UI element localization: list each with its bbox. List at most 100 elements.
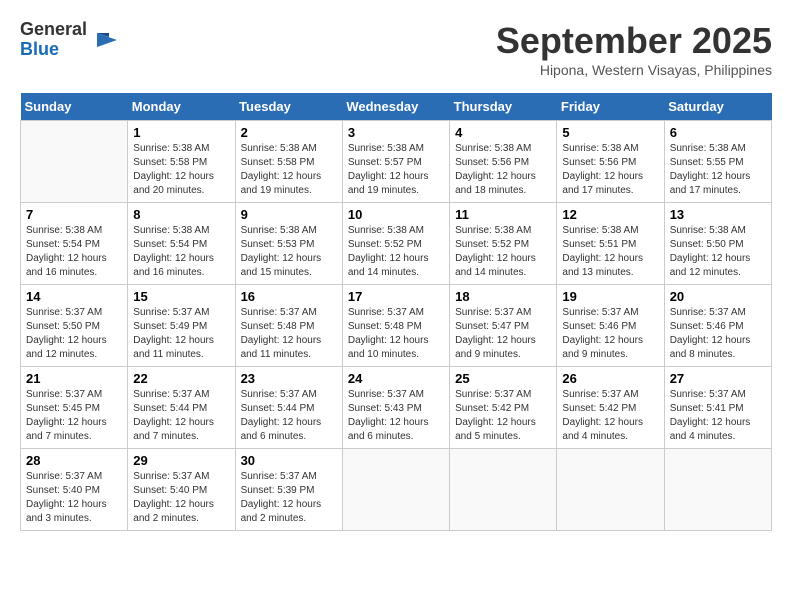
logo-icon bbox=[89, 25, 119, 55]
day-number: 5 bbox=[562, 125, 658, 140]
calendar-cell: 12Sunrise: 5:38 AM Sunset: 5:51 PM Dayli… bbox=[557, 203, 664, 285]
day-number: 18 bbox=[455, 289, 551, 304]
day-info: Sunrise: 5:37 AM Sunset: 5:41 PM Dayligh… bbox=[670, 388, 766, 444]
day-info: Sunrise: 5:37 AM Sunset: 5:39 PM Dayligh… bbox=[241, 470, 337, 526]
day-info: Sunrise: 5:37 AM Sunset: 5:46 PM Dayligh… bbox=[670, 306, 766, 362]
calendar-week-5: 28 Sunrise: 5:37 AM Sunset: 5:40 PM Dayli… bbox=[21, 449, 772, 531]
day-number: 3 bbox=[348, 125, 444, 140]
calendar-cell: 4 Sunrise: 5:38 AM Sunset: 5:56 PM Daylig… bbox=[450, 121, 557, 203]
calendar-week-4: 21 Sunrise: 5:37 AM Sunset: 5:45 PM Dayli… bbox=[21, 367, 772, 449]
day-info: Sunrise: 5:37 AM Sunset: 5:45 PM Dayligh… bbox=[26, 388, 122, 444]
day-number: 16 bbox=[241, 289, 337, 304]
day-info: Sunrise: 5:37 AM Sunset: 5:40 PM Dayligh… bbox=[26, 470, 122, 526]
logo: General Blue bbox=[20, 20, 119, 60]
day-number: 23 bbox=[241, 371, 337, 386]
day-info: Sunrise: 5:37 AM Sunset: 5:42 PM Dayligh… bbox=[562, 388, 658, 444]
page-header: General Blue September 2025 Hipona, West… bbox=[20, 20, 772, 78]
day-info: Sunrise: 5:38 AM Sunset: 5:52 PM Dayligh… bbox=[455, 224, 551, 280]
day-number: 29 bbox=[133, 453, 229, 468]
calendar-cell: 20 Sunrise: 5:37 AM Sunset: 5:46 PM Dayli… bbox=[664, 285, 771, 367]
calendar-cell: 16 Sunrise: 5:37 AM Sunset: 5:48 PM Dayli… bbox=[235, 285, 342, 367]
day-number: 2 bbox=[241, 125, 337, 140]
calendar-cell bbox=[450, 449, 557, 531]
day-info: Sunrise: 5:37 AM Sunset: 5:49 PM Dayligh… bbox=[133, 306, 229, 362]
month-title: September 2025 bbox=[496, 20, 772, 62]
day-number: 17 bbox=[348, 289, 444, 304]
day-number: 6 bbox=[670, 125, 766, 140]
calendar-cell: 6Sunrise: 5:38 AM Sunset: 5:55 PM Daylig… bbox=[664, 121, 771, 203]
column-header-thursday: Thursday bbox=[450, 93, 557, 121]
day-info: Sunrise: 5:38 AM Sunset: 5:51 PM Dayligh… bbox=[562, 224, 658, 280]
calendar-cell: 29 Sunrise: 5:37 AM Sunset: 5:40 PM Dayli… bbox=[128, 449, 235, 531]
calendar-cell: 18 Sunrise: 5:37 AM Sunset: 5:47 PM Dayli… bbox=[450, 285, 557, 367]
calendar-week-1: 1 Sunrise: 5:38 AM Sunset: 5:58 PM Daylig… bbox=[21, 121, 772, 203]
day-info: Sunrise: 5:37 AM Sunset: 5:48 PM Dayligh… bbox=[241, 306, 337, 362]
calendar-cell: 26 Sunrise: 5:37 AM Sunset: 5:42 PM Dayli… bbox=[557, 367, 664, 449]
day-info: Sunrise: 5:38 AM Sunset: 5:56 PM Dayligh… bbox=[455, 142, 551, 198]
day-number: 21 bbox=[26, 371, 122, 386]
calendar-cell bbox=[557, 449, 664, 531]
day-number: 1 bbox=[133, 125, 229, 140]
day-info: Sunrise: 5:37 AM Sunset: 5:42 PM Dayligh… bbox=[455, 388, 551, 444]
day-number: 30 bbox=[241, 453, 337, 468]
title-area: September 2025 Hipona, Western Visayas, … bbox=[496, 20, 772, 78]
calendar-week-3: 14Sunrise: 5:37 AM Sunset: 5:50 PM Dayli… bbox=[21, 285, 772, 367]
calendar-cell: 23 Sunrise: 5:37 AM Sunset: 5:44 PM Dayli… bbox=[235, 367, 342, 449]
calendar-cell: 14Sunrise: 5:37 AM Sunset: 5:50 PM Dayli… bbox=[21, 285, 128, 367]
calendar-cell: 22 Sunrise: 5:37 AM Sunset: 5:44 PM Dayli… bbox=[128, 367, 235, 449]
day-info: Sunrise: 5:38 AM Sunset: 5:54 PM Dayligh… bbox=[26, 224, 122, 280]
day-info: Sunrise: 5:37 AM Sunset: 5:48 PM Dayligh… bbox=[348, 306, 444, 362]
calendar-cell: 5Sunrise: 5:38 AM Sunset: 5:56 PM Daylig… bbox=[557, 121, 664, 203]
calendar-cell: 21 Sunrise: 5:37 AM Sunset: 5:45 PM Dayli… bbox=[21, 367, 128, 449]
day-info: Sunrise: 5:38 AM Sunset: 5:53 PM Dayligh… bbox=[241, 224, 337, 280]
day-number: 28 bbox=[26, 453, 122, 468]
calendar-cell: 10Sunrise: 5:38 AM Sunset: 5:52 PM Dayli… bbox=[342, 203, 449, 285]
calendar-table: SundayMondayTuesdayWednesdayThursdayFrid… bbox=[20, 93, 772, 531]
day-number: 13 bbox=[670, 207, 766, 222]
column-header-monday: Monday bbox=[128, 93, 235, 121]
location: Hipona, Western Visayas, Philippines bbox=[496, 62, 772, 78]
day-info: Sunrise: 5:38 AM Sunset: 5:52 PM Dayligh… bbox=[348, 224, 444, 280]
day-info: Sunrise: 5:37 AM Sunset: 5:50 PM Dayligh… bbox=[26, 306, 122, 362]
day-info: Sunrise: 5:38 AM Sunset: 5:58 PM Dayligh… bbox=[241, 142, 337, 198]
column-header-tuesday: Tuesday bbox=[235, 93, 342, 121]
calendar-cell bbox=[21, 121, 128, 203]
calendar-cell: 17 Sunrise: 5:37 AM Sunset: 5:48 PM Dayli… bbox=[342, 285, 449, 367]
day-number: 27 bbox=[670, 371, 766, 386]
day-info: Sunrise: 5:37 AM Sunset: 5:47 PM Dayligh… bbox=[455, 306, 551, 362]
day-info: Sunrise: 5:37 AM Sunset: 5:44 PM Dayligh… bbox=[241, 388, 337, 444]
day-number: 11 bbox=[455, 207, 551, 222]
calendar-cell: 24 Sunrise: 5:37 AM Sunset: 5:43 PM Dayli… bbox=[342, 367, 449, 449]
calendar-cell bbox=[664, 449, 771, 531]
calendar-cell: 28 Sunrise: 5:37 AM Sunset: 5:40 PM Dayli… bbox=[21, 449, 128, 531]
day-info: Sunrise: 5:37 AM Sunset: 5:40 PM Dayligh… bbox=[133, 470, 229, 526]
calendar-cell: 3Sunrise: 5:38 AM Sunset: 5:57 PM Daylig… bbox=[342, 121, 449, 203]
calendar-cell: 19Sunrise: 5:37 AM Sunset: 5:46 PM Dayli… bbox=[557, 285, 664, 367]
day-info: Sunrise: 5:37 AM Sunset: 5:46 PM Dayligh… bbox=[562, 306, 658, 362]
day-number: 8 bbox=[133, 207, 229, 222]
day-number: 7 bbox=[26, 207, 122, 222]
day-number: 15 bbox=[133, 289, 229, 304]
column-header-friday: Friday bbox=[557, 93, 664, 121]
day-number: 4 bbox=[455, 125, 551, 140]
day-info: Sunrise: 5:38 AM Sunset: 5:54 PM Dayligh… bbox=[133, 224, 229, 280]
day-info: Sunrise: 5:37 AM Sunset: 5:44 PM Dayligh… bbox=[133, 388, 229, 444]
column-header-sunday: Sunday bbox=[21, 93, 128, 121]
calendar-cell: 2 Sunrise: 5:38 AM Sunset: 5:58 PM Daylig… bbox=[235, 121, 342, 203]
calendar-week-2: 7 Sunrise: 5:38 AM Sunset: 5:54 PM Daylig… bbox=[21, 203, 772, 285]
day-number: 22 bbox=[133, 371, 229, 386]
day-info: Sunrise: 5:38 AM Sunset: 5:50 PM Dayligh… bbox=[670, 224, 766, 280]
logo-text: General Blue bbox=[20, 20, 87, 60]
column-header-wednesday: Wednesday bbox=[342, 93, 449, 121]
day-number: 20 bbox=[670, 289, 766, 304]
calendar-cell: 7 Sunrise: 5:38 AM Sunset: 5:54 PM Daylig… bbox=[21, 203, 128, 285]
calendar-cell: 11 Sunrise: 5:38 AM Sunset: 5:52 PM Dayli… bbox=[450, 203, 557, 285]
column-header-saturday: Saturday bbox=[664, 93, 771, 121]
day-number: 26 bbox=[562, 371, 658, 386]
calendar-cell: 25 Sunrise: 5:37 AM Sunset: 5:42 PM Dayli… bbox=[450, 367, 557, 449]
calendar-cell: 13 Sunrise: 5:38 AM Sunset: 5:50 PM Dayli… bbox=[664, 203, 771, 285]
day-info: Sunrise: 5:37 AM Sunset: 5:43 PM Dayligh… bbox=[348, 388, 444, 444]
day-number: 9 bbox=[241, 207, 337, 222]
day-number: 24 bbox=[348, 371, 444, 386]
day-number: 25 bbox=[455, 371, 551, 386]
